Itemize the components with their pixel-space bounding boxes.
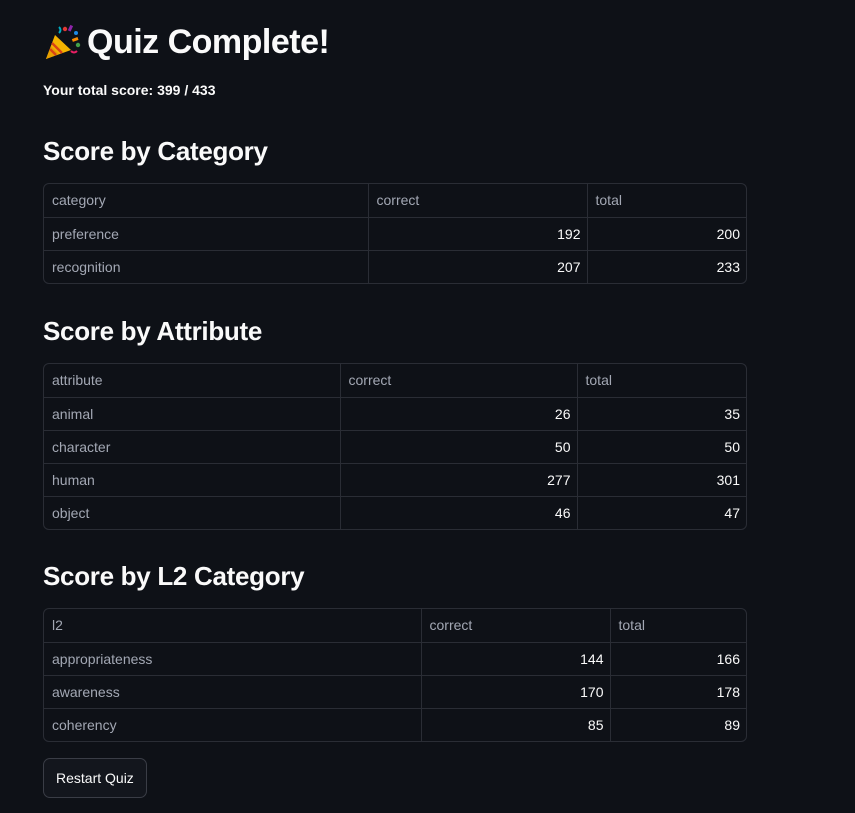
table-header-row: category correct total [44,184,746,218]
l2-section-heading: Score by L2 Category [43,561,305,591]
table-row: coherency 85 89 [44,708,746,741]
table-cell[interactable]: appropriateness [44,642,422,676]
table-cell[interactable]: 233 [587,250,746,283]
attribute-score-table[interactable]: attribute correct total animal 26 35 cha… [43,363,747,530]
table-header-row: attribute correct total [44,364,746,398]
column-header[interactable]: total [610,609,746,643]
table-cell[interactable]: 178 [610,675,746,709]
table-cell[interactable]: 50 [577,430,746,464]
table-cell[interactable]: 277 [340,463,578,497]
table-cell[interactable]: character [44,430,341,464]
table-cell[interactable]: 144 [421,642,611,676]
table-cell[interactable]: 166 [610,642,746,676]
table-row: animal 26 35 [44,397,746,431]
table-cell[interactable]: 207 [368,250,588,283]
column-header[interactable]: total [577,364,746,398]
table-row: appropriateness 144 166 [44,642,746,676]
column-header[interactable]: total [587,184,746,218]
table-row: awareness 170 178 [44,675,746,709]
table-cell[interactable]: object [44,496,341,529]
table-cell[interactable]: animal [44,397,341,431]
table-cell[interactable]: 50 [340,430,578,464]
table-cell[interactable]: 85 [421,708,611,741]
table-cell[interactable]: awareness [44,675,422,709]
table-cell[interactable]: 46 [340,496,578,529]
title-row: Quiz Complete! [43,20,812,64]
table-cell[interactable]: 26 [340,397,578,431]
table-cell[interactable]: 200 [587,217,746,251]
total-score-text: Your total score: 399 / 433 [43,82,216,98]
table-cell[interactable]: preference [44,217,369,251]
column-header[interactable]: l2 [44,609,422,643]
attribute-section-heading: Score by Attribute [43,316,263,346]
category-section-heading: Score by Category [43,136,268,166]
table-row: object 46 47 [44,496,746,529]
party-popper-icon [46,24,81,59]
table-cell[interactable]: 192 [368,217,588,251]
page-title: Quiz Complete! [87,23,330,61]
table-cell[interactable]: 301 [577,463,746,497]
table-cell[interactable]: recognition [44,250,369,283]
table-cell[interactable]: 35 [577,397,746,431]
l2-score-table[interactable]: l2 correct total appropriateness 144 166… [43,608,747,742]
table-cell[interactable]: 170 [421,675,611,709]
table-row: human 277 301 [44,463,746,497]
category-score-table[interactable]: category correct total preference 192 20… [43,183,747,284]
quiz-results-page: Quiz Complete! Your total score: 399 / 4… [0,0,812,798]
column-header[interactable]: correct [340,364,578,398]
table-row: preference 192 200 [44,217,746,251]
column-header[interactable]: correct [368,184,588,218]
table-cell[interactable]: 89 [610,708,746,741]
table-cell[interactable]: human [44,463,341,497]
column-header[interactable]: correct [421,609,611,643]
table-row: character 50 50 [44,430,746,464]
restart-quiz-button[interactable]: Restart Quiz [43,758,147,798]
table-row: recognition 207 233 [44,250,746,283]
column-header[interactable]: attribute [44,364,341,398]
table-cell[interactable]: 47 [577,496,746,529]
column-header[interactable]: category [44,184,369,218]
table-cell[interactable]: coherency [44,708,422,741]
table-header-row: l2 correct total [44,609,746,643]
